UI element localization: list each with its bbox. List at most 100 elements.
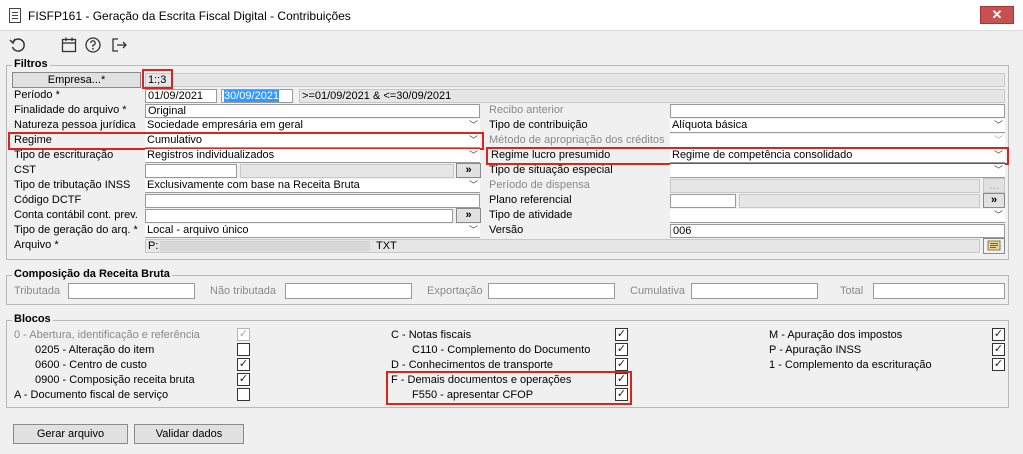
tipo-situacao-label: Tipo de situação especial xyxy=(489,164,613,176)
total-input[interactable] xyxy=(873,283,1005,299)
tipo-tributacao-inss-select[interactable]: Exclusivamente com base na Receita Bruta… xyxy=(145,179,480,193)
plano-referencial-label: Plano referencial xyxy=(489,194,572,206)
check-icon: ✓ xyxy=(616,358,627,370)
periodo-end-input[interactable]: 30/09/2021 xyxy=(221,89,293,103)
bloco-a-checkbox[interactable] xyxy=(237,388,250,401)
periodo-dispensa-input xyxy=(670,179,980,193)
chevron-down-icon: ﹀ xyxy=(468,225,478,235)
metodo-select[interactable]: ﹀ xyxy=(670,134,1005,148)
bloco-0205-checkbox[interactable] xyxy=(237,343,250,356)
tipo-contribuicao-value: Alíquota básica xyxy=(672,119,748,131)
close-button[interactable]: ✕ xyxy=(980,6,1014,24)
tipo-contribuicao-label: Tipo de contribuição xyxy=(489,119,588,131)
bloco-d-checkbox[interactable]: ✓ xyxy=(615,358,628,371)
composicao-title: Composição da Receita Bruta xyxy=(12,268,172,280)
check-icon: ✓ xyxy=(993,328,1004,340)
calendar-icon[interactable] xyxy=(60,36,78,54)
tipo-contribuicao-select[interactable]: Alíquota básica ﹀ xyxy=(670,119,1005,133)
codigo-dctf-label: Código DCTF xyxy=(14,194,82,206)
conta-contabil-lookup-button[interactable]: » xyxy=(456,208,481,223)
recibo-input[interactable] xyxy=(670,104,1005,118)
empresa-button[interactable]: Empresa...* xyxy=(12,72,141,88)
plano-referencial-input[interactable] xyxy=(670,194,736,208)
natureza-label: Natureza pessoa jurídica xyxy=(14,119,136,131)
periodo-end-selected: 30/09/2021 xyxy=(224,90,280,102)
bloco-p-checkbox[interactable]: ✓ xyxy=(992,343,1005,356)
chevron-down-icon: ﹀ xyxy=(993,135,1003,145)
chevron-down-icon: ﹀ xyxy=(468,180,478,190)
ellipsis-icon: … xyxy=(988,180,1000,192)
recibo-label: Recibo anterior xyxy=(489,104,564,116)
plano-referencial-description xyxy=(739,194,980,208)
nao-tributada-label: Não tributada xyxy=(210,285,277,297)
plano-referencial-lookup-button[interactable]: » xyxy=(983,193,1005,208)
tributada-input[interactable] xyxy=(68,283,195,299)
natureza-select[interactable]: Sociedade empresária em geral ﹀ xyxy=(145,119,480,133)
cst-description xyxy=(240,164,454,178)
bloco-0-checkbox: ✓ xyxy=(237,328,250,341)
finalidade-select[interactable]: Original xyxy=(145,104,480,118)
check-icon: ✓ xyxy=(993,358,1004,370)
tipo-geracao-label: Tipo de geração do arq. * xyxy=(14,224,138,236)
cumulativa-label: Cumulativa xyxy=(630,285,686,297)
file-browse-button[interactable] xyxy=(983,238,1005,254)
empresa-highlight xyxy=(142,69,173,89)
tipo-situacao-select[interactable]: ﹀ xyxy=(670,164,1005,178)
conta-contabil-label: Conta contábil cont. prev. xyxy=(14,209,138,221)
total-label: Total xyxy=(840,285,864,297)
bloco-0600-checkbox[interactable]: ✓ xyxy=(237,358,250,371)
cst-input[interactable] xyxy=(145,164,237,178)
tipo-escrituracao-select[interactable]: Registros individualizados ﹀ xyxy=(145,149,480,163)
blocos-title: Blocos xyxy=(12,313,53,325)
bloco-c110-checkbox[interactable]: ✓ xyxy=(615,343,628,356)
validar-dados-button[interactable]: Validar dados xyxy=(134,424,244,444)
bloco-0205-label: 0205 - Alteração do item xyxy=(35,344,155,356)
conta-contabil-input[interactable] xyxy=(145,209,453,223)
arquivo-input[interactable]: P: TXT xyxy=(145,239,980,253)
versao-label: Versão xyxy=(489,224,524,236)
nao-tributada-input[interactable] xyxy=(285,283,412,299)
check-icon: ✓ xyxy=(616,343,627,355)
help-icon[interactable] xyxy=(84,36,102,54)
chevron-down-icon: ﹀ xyxy=(468,120,478,130)
bloco-m-checkbox[interactable]: ✓ xyxy=(992,328,1005,341)
document-icon xyxy=(9,8,21,23)
tipo-tributacao-inss-value: Exclusivamente com base na Receita Bruta xyxy=(147,179,360,191)
chevron-down-icon: ﹀ xyxy=(993,210,1003,220)
check-icon: ✓ xyxy=(993,343,1004,355)
redacted-path xyxy=(160,241,370,251)
natureza-value: Sociedade empresária em geral xyxy=(147,119,303,131)
bloco-c110-label: C110 - Complemento do Documento xyxy=(412,344,591,356)
codigo-dctf-input[interactable] xyxy=(145,194,480,208)
bloco-d-label: D - Conhecimentos de transporte xyxy=(391,359,554,371)
tributada-label: Tributada xyxy=(14,285,61,297)
gerar-arquivo-button[interactable]: Gerar arquivo xyxy=(13,424,128,444)
periodo-label: Período * xyxy=(14,89,60,101)
bloco-m-label: M - Apuração dos impostos xyxy=(769,329,903,341)
periodo-start-input[interactable]: 01/09/2021 xyxy=(145,89,217,103)
empresa-field[interactable]: 1:;3 xyxy=(145,73,1005,87)
bloco-c-checkbox[interactable]: ✓ xyxy=(615,328,628,341)
exit-icon[interactable] xyxy=(110,36,128,54)
bloco-0600-label: 0600 - Centro de custo xyxy=(35,359,147,371)
cst-lookup-button[interactable]: » xyxy=(456,163,481,178)
bloco-0900-checkbox[interactable]: ✓ xyxy=(237,373,250,386)
refresh-icon[interactable] xyxy=(9,36,27,54)
folder-icon xyxy=(987,240,1001,251)
cst-label: CST xyxy=(14,164,36,176)
versao-input[interactable]: 006 xyxy=(670,224,1005,238)
exportacao-label: Exportação xyxy=(427,285,483,297)
tipo-tributacao-inss-label: Tipo de tributação INSS xyxy=(14,179,131,191)
tipo-atividade-select[interactable]: ﹀ xyxy=(670,209,1005,223)
bloco-1-checkbox[interactable]: ✓ xyxy=(992,358,1005,371)
arquivo-label: Arquivo * xyxy=(14,239,59,251)
bloco-0-label: 0 - Abertura, identificação e referência xyxy=(14,329,200,341)
check-icon: ✓ xyxy=(238,373,249,385)
tipo-geracao-value: Local - arquivo único xyxy=(147,224,249,236)
finalidade-label: Finalidade do arquivo * xyxy=(14,104,127,116)
exportacao-input[interactable] xyxy=(488,283,615,299)
tipo-escrituracao-label: Tipo de escrituração xyxy=(14,149,114,161)
bloco-c-label: C - Notas fiscais xyxy=(391,329,472,341)
tipo-geracao-select[interactable]: Local - arquivo único ﹀ xyxy=(145,224,480,238)
cumulativa-input[interactable] xyxy=(691,283,818,299)
